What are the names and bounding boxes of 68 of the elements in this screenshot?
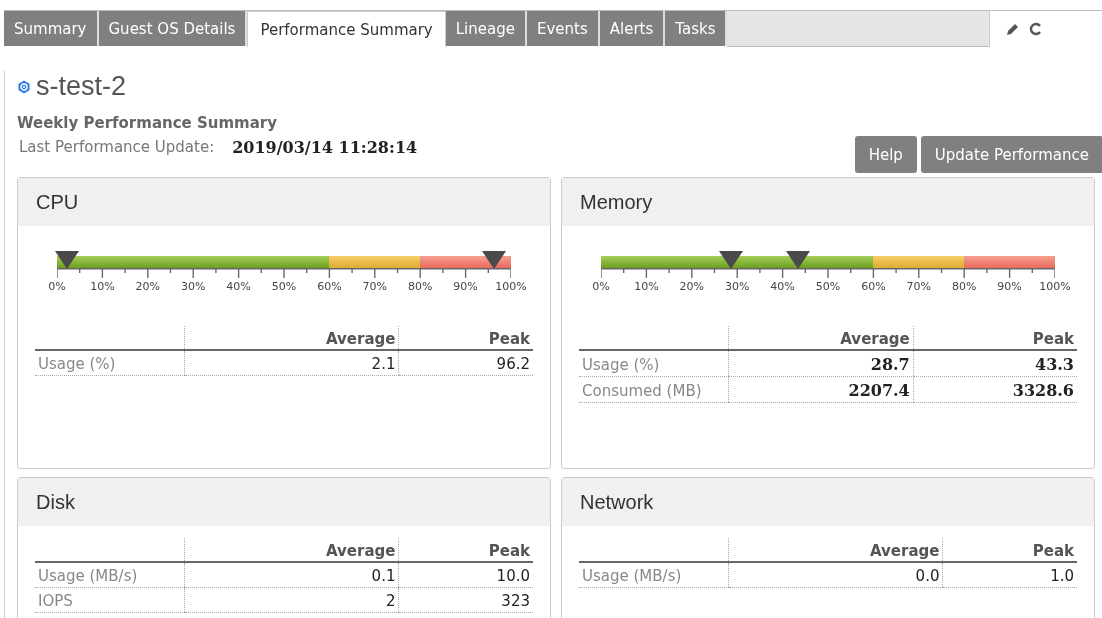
tick-label: 40% — [770, 280, 795, 293]
action-button[interactable]: Help — [854, 136, 917, 173]
table-cell: 2 — [184, 587, 399, 613]
section-heading: Weekly Performance Summary — [17, 114, 279, 132]
table-cell: 1.0 — [942, 562, 1077, 588]
panel-title: Network — [580, 490, 654, 514]
table-cell: 3328.6 — [913, 376, 1077, 403]
vm-icon — [17, 79, 31, 94]
tab[interactable]: Summary — [4, 11, 99, 46]
tick-label: 40% — [226, 280, 251, 293]
table-cell: 2.1 — [184, 350, 399, 376]
panel-title: Memory — [580, 190, 653, 214]
column-header: Peak — [398, 538, 533, 562]
refresh-icon[interactable] — [1029, 22, 1042, 36]
row-label: IOPS — [35, 587, 185, 613]
tick-label: 80% — [407, 280, 433, 293]
column-header: Average — [728, 326, 914, 350]
tab[interactable]: Guest OS Details — [98, 11, 248, 46]
table-cell: 323 — [398, 587, 533, 613]
tick-label: 10% — [634, 280, 659, 293]
row-label: Usage (MB/s) — [579, 562, 729, 588]
pencil-icon[interactable] — [1006, 22, 1020, 36]
row-label: Usage (%) — [579, 350, 729, 377]
row-label: Usage (MB/s) — [35, 562, 185, 588]
tick-label: 20% — [679, 280, 704, 293]
tick-label: 80% — [951, 280, 977, 293]
field-value: 2019/03/14 11:28:14 — [232, 138, 418, 157]
row-label: Usage (%) — [35, 350, 185, 376]
action-button[interactable]: Update Performance — [920, 136, 1102, 173]
row-label: Consumed (MB) — [579, 376, 729, 403]
table-cell: 0.1 — [184, 562, 399, 588]
tick-label: 20% — [135, 280, 160, 293]
tick-label: 0% — [592, 280, 610, 293]
tab[interactable]: Performance Summary — [247, 11, 446, 47]
tick-label: 10% — [90, 280, 115, 293]
column-header: Peak — [398, 326, 533, 350]
tick-label: 60% — [861, 280, 886, 293]
column-header: Average — [184, 326, 399, 350]
panel-title: CPU — [36, 190, 79, 214]
tick-label: 50% — [815, 280, 841, 293]
column-header: Peak — [942, 538, 1077, 562]
column-header: Peak — [913, 326, 1077, 350]
page-title: s-test-2 — [36, 71, 127, 102]
column-header: Average — [184, 538, 399, 562]
tick-label: 90% — [997, 280, 1022, 293]
tick-label: 0% — [48, 280, 66, 293]
tick-label: 30% — [724, 280, 750, 293]
table-cell: 10.0 — [398, 562, 533, 588]
tick-label: 100% — [1039, 280, 1071, 293]
table-cell: 2207.4 — [728, 376, 914, 403]
column-header: Average — [728, 538, 943, 562]
tab[interactable]: Lineage — [445, 11, 527, 46]
panel-title: Disk — [36, 490, 75, 514]
tick-label: 70% — [906, 280, 931, 293]
tab[interactable]: Events — [526, 11, 600, 46]
table-cell: 43.3 — [913, 350, 1077, 377]
tick-label: 60% — [317, 280, 342, 293]
tick-label: 70% — [362, 280, 387, 293]
tick-label: 30% — [180, 280, 206, 293]
table-cell: 28.7 — [728, 350, 914, 377]
tab[interactable]: Tasks — [665, 11, 728, 46]
tab[interactable]: Alerts — [599, 11, 666, 46]
tick-label: 50% — [271, 280, 297, 293]
table-cell: 0.0 — [728, 562, 943, 588]
table-cell: 96.2 — [398, 350, 533, 376]
tick-label: 90% — [453, 280, 478, 293]
field-label: Last Performance Update: — [19, 138, 215, 157]
tick-label: 100% — [495, 280, 527, 293]
